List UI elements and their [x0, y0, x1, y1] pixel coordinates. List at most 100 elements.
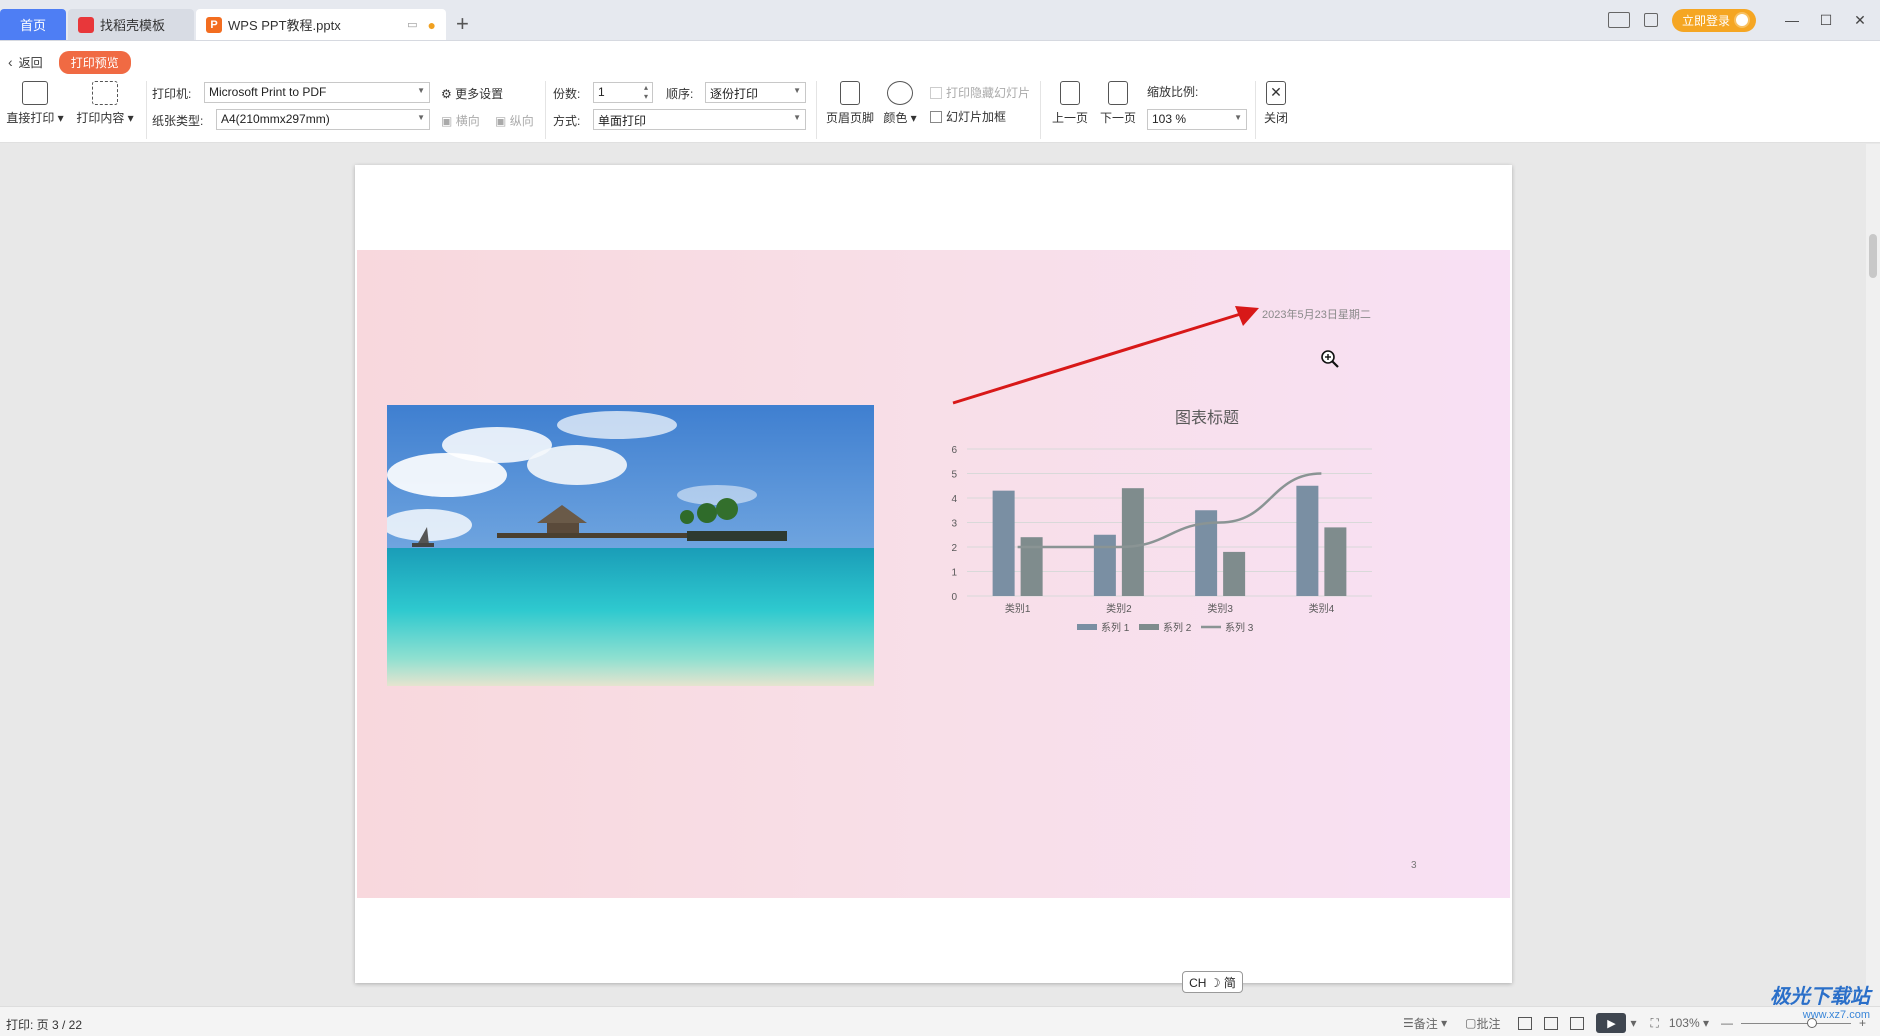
direct-print-button[interactable]: 直接打印 ▾: [6, 81, 64, 126]
y-tick-label: 5: [951, 470, 957, 481]
legend-label: 系列 2: [1163, 621, 1192, 634]
next-page-icon: [1108, 81, 1128, 105]
watermark-url: www.xz7.com: [1802, 1009, 1870, 1021]
portrait-button[interactable]: ▣ 纵向: [495, 112, 534, 129]
grid-icon[interactable]: [1643, 13, 1658, 27]
close-window-button[interactable]: ✕: [1846, 12, 1874, 29]
monitor-icon[interactable]: ▭: [407, 18, 417, 31]
slide-date: 2023年5月23日星期二: [1262, 309, 1371, 321]
fit-window-icon[interactable]: ⛶: [1651, 1016, 1659, 1031]
tab-template[interactable]: 找稻壳模板: [68, 9, 194, 40]
maximize-button[interactable]: ☐: [1812, 12, 1840, 29]
zoom-select[interactable]: 103 % ▼: [1147, 109, 1247, 130]
vertical-scrollbar[interactable]: [1866, 144, 1880, 1006]
slide-sorter-icon[interactable]: [1544, 1016, 1559, 1030]
zoom-out-button[interactable]: —: [1721, 1016, 1733, 1030]
tab-home[interactable]: 首页: [0, 9, 66, 40]
slide-page-number: 3: [1411, 860, 1417, 871]
zoom-status-value: 103%: [1668, 1016, 1700, 1030]
back-button[interactable]: ‹ 返回: [8, 54, 43, 71]
tab-home-label: 首页: [19, 18, 46, 33]
zoom-value: 103 %: [1152, 112, 1187, 126]
notes-icon: ☰: [1402, 1016, 1414, 1030]
landscape-label: 横向: [455, 114, 480, 128]
reading-view-icon[interactable]: [1570, 1016, 1585, 1030]
close-box-icon: ✕: [1266, 81, 1286, 105]
order-label: 顺序:: [666, 87, 694, 101]
print-content-label: 打印内容: [76, 111, 125, 125]
chevron-left-icon: ‹: [8, 54, 13, 70]
paper-select[interactable]: A4(210mmx297mm) ▼: [216, 109, 430, 130]
play-slideshow-button[interactable]: ▶: [1596, 1013, 1627, 1033]
next-page-button[interactable]: 下一页: [1098, 81, 1138, 126]
checkbox-icon: [930, 111, 942, 123]
next-page-label: 下一页: [1099, 111, 1136, 125]
zoom-status-select[interactable]: 103% ▾: [1669, 1016, 1709, 1030]
checkbox-checked-icon: [930, 87, 942, 99]
print-preview-toolbar: ‹ 返回 打印预览 直接打印 ▾ 打印内容 ▾ 打印机: Microsoft Pr…: [0, 41, 1880, 143]
separator: [1255, 81, 1256, 139]
print-hidden-slides-checkbox[interactable]: 打印隐藏幻灯片: [930, 84, 1030, 101]
print-content-icon: [92, 81, 118, 105]
tab-bar: 首页 找稻壳模板 P WPS PPT教程.pptx ▭ ● + 立即登录 — ☐…: [0, 0, 1880, 41]
ime-indicator[interactable]: CH ☽ 简: [1182, 971, 1243, 993]
color-button[interactable]: 颜色 ▾: [880, 81, 920, 126]
site-watermark: 极光下载站 www.xz7.com: [1770, 980, 1870, 1021]
order-value: 逐份打印: [710, 87, 759, 101]
comments-button[interactable]: ▢ 批注: [1465, 1015, 1500, 1032]
combo-chart: 图表标题 0 1 2 3 4 5 6 类别1 类别2 类别3 类别4 系列 1 系列 2 系列 3: [932, 400, 1452, 690]
y-tick-label: 3: [951, 519, 957, 530]
beach-photo-image: [387, 405, 874, 686]
print-page: 2023年5月23日星期二 图表标题 0 1 2 3 4 5 6 类别1 类别2 类别3 类别4: [355, 165, 1512, 983]
order-select[interactable]: 逐份打印 ▼: [705, 82, 806, 103]
tab-template-label: 找稻壳模板: [100, 18, 166, 33]
legend-label: 系列 3: [1225, 621, 1254, 634]
y-tick-label: 4: [951, 494, 957, 505]
print-preview-pill: 打印预览: [58, 51, 131, 74]
printer-select[interactable]: Microsoft Print to PDF ▼: [204, 82, 430, 103]
play-options-chevron-icon[interactable]: ▾: [1630, 1016, 1636, 1030]
docer-logo-icon: [78, 16, 94, 33]
slide-frame-label: 幻灯片加框: [946, 110, 1007, 124]
minimize-button[interactable]: —: [1778, 12, 1806, 28]
chart-bars: [992, 485, 1347, 596]
scrollbar-thumb[interactable]: [1869, 234, 1877, 278]
method-label: 方式:: [553, 114, 581, 128]
dropdown-arrow-icon: ▼: [793, 113, 801, 122]
status-bar: 打印: 页 3 / 22 ☰ 备注 ▾ ▢ 批注 ▶ ▾ ⛶ 103% ▾ — …: [0, 1006, 1880, 1036]
slide-frame-checkbox[interactable]: 幻灯片加框: [930, 108, 1006, 125]
bar-1: [992, 490, 1015, 596]
prev-page-icon: [1060, 81, 1080, 105]
zoom-label: 缩放比例:: [1147, 85, 1199, 99]
new-tab-button[interactable]: +: [456, 13, 469, 35]
login-button[interactable]: 立即登录: [1671, 8, 1756, 32]
method-select[interactable]: 单面打印 ▼: [593, 109, 806, 130]
more-settings-button[interactable]: ⚙ 更多设置: [441, 85, 503, 102]
copies-spinner[interactable]: 1 ▴ ▾: [593, 82, 653, 103]
watermark-brand: 极光下载站: [1770, 986, 1870, 1008]
header-footer-icon: [840, 81, 860, 105]
ppt-file-icon: P: [206, 16, 222, 33]
preview-workspace: 2023年5月23日星期二 图表标题 0 1 2 3 4 5 6 类别1 类别2 类别3 类别4: [0, 144, 1880, 1006]
close-preview-button[interactable]: ✕ 关闭: [1262, 81, 1290, 126]
unsaved-dot-icon: ●: [427, 16, 436, 33]
y-tick-label: 0: [951, 592, 957, 603]
x-tick-label: 类别4: [1309, 602, 1335, 615]
bar-2: [1223, 551, 1246, 596]
copies-value: 1: [598, 85, 605, 99]
printer-icon: [22, 81, 48, 105]
notes-button[interactable]: ☰ 备注 ▾: [1403, 1015, 1447, 1032]
landscape-button[interactable]: ▣ 横向: [441, 112, 480, 129]
color-label: 颜色: [883, 111, 908, 125]
back-label: 返回: [18, 56, 43, 70]
x-tick-label: 类别3: [1207, 602, 1233, 615]
zoom-in-cursor-icon: [1321, 350, 1339, 368]
normal-view-icon[interactable]: [1518, 1016, 1533, 1030]
layout-icon[interactable]: [1607, 12, 1630, 28]
separator: [1040, 81, 1041, 139]
zoom-slider[interactable]: [1740, 1017, 1851, 1028]
prev-page-button[interactable]: 上一页: [1050, 81, 1090, 126]
print-content-button[interactable]: 打印内容 ▾: [74, 81, 136, 126]
header-footer-button[interactable]: 页眉页脚: [822, 81, 878, 126]
tab-document[interactable]: P WPS PPT教程.pptx ▭ ●: [196, 9, 446, 40]
